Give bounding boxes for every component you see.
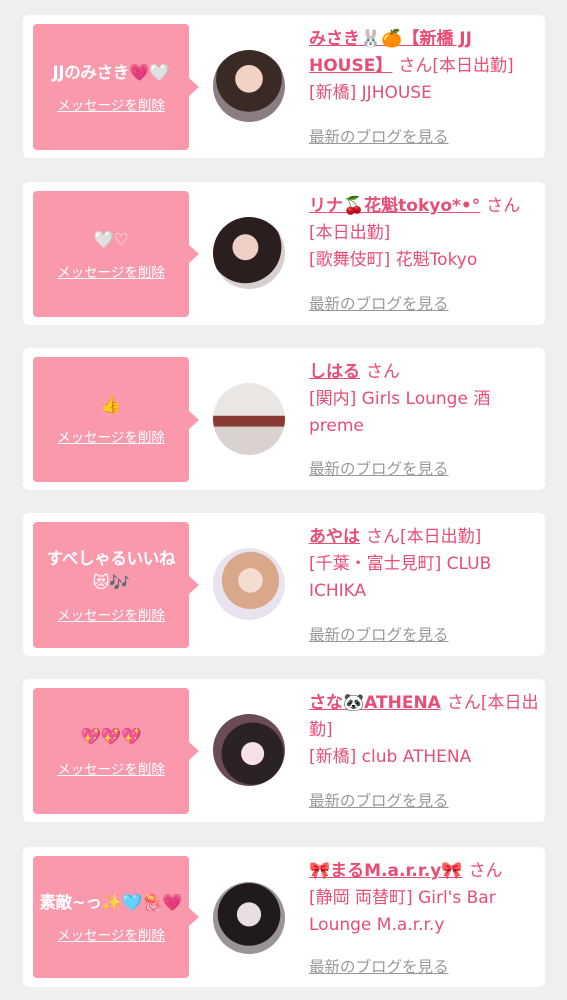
latest-blog-link[interactable]: 最新のブログを見る <box>309 457 449 479</box>
message-text: 👍 <box>100 395 122 414</box>
avatar[interactable] <box>213 50 285 122</box>
favorite-card: JJのみさき💗🤍 メッセージを削除 みさき🐰🍊【新橋 JJ HOUSE】 さん[本… <box>23 15 545 158</box>
honorific: さん <box>446 693 481 713</box>
delete-message-link[interactable]: メッセージを削除 <box>57 261 165 281</box>
latest-blog-link[interactable]: 最新のブログを見る <box>309 955 449 977</box>
latest-blog-link[interactable]: 最新のブログを見る <box>309 789 449 811</box>
shop-name: [関内] Girls Lounge 酒preme <box>309 389 491 436</box>
latest-blog-link[interactable]: 最新のブログを見る <box>309 125 449 147</box>
honorific: さん <box>398 56 433 76</box>
message-bubble: 素敵~っ✨🩵🪼💗 メッセージを削除 <box>33 856 199 978</box>
avatar[interactable] <box>213 882 285 954</box>
honorific: さん <box>366 527 400 547</box>
honorific: さん <box>468 861 503 881</box>
message-bubble: JJのみさき💗🤍 メッセージを削除 <box>33 24 199 150</box>
profile-info: しはる さん [関内] Girls Lounge 酒preme <box>309 359 541 440</box>
latest-blog-link[interactable]: 最新のブログを見る <box>309 623 449 645</box>
favorite-card: 素敵~っ✨🩵🪼💗 メッセージを削除 🎀まるM.a.r.r.y🎀 さん [静岡 両替… <box>23 847 545 987</box>
profile-info: みさき🐰🍊【新橋 JJ HOUSE】 さん[本日出勤] [新橋] JJHOUSE <box>309 26 541 107</box>
status-badge: [本日出勤] <box>432 56 514 76</box>
message-bubble: 👍 メッセージを削除 <box>33 357 199 482</box>
profile-name-link[interactable]: さな🐼ATHENA <box>309 693 441 713</box>
shop-name: [歌舞伎町] 花魁Tokyo <box>309 250 478 270</box>
profile-name-link[interactable]: リナ🍒花魁tokyo*•° <box>309 196 480 216</box>
avatar[interactable] <box>213 548 285 620</box>
message-text: 💖💖💖 <box>80 726 142 746</box>
favorite-card: すべしゃるいいね😻🎶 メッセージを削除 あやは さん[本日出勤] [千葉・富士見町… <box>23 513 545 656</box>
honorific: さん <box>486 196 521 216</box>
message-bubble: 💖💖💖 メッセージを削除 <box>33 688 199 814</box>
message-bubble: すべしゃるいいね😻🎶 メッセージを削除 <box>33 522 199 648</box>
profile-name-link[interactable]: しはる <box>309 362 360 382</box>
message-text: すべしゃるいいね😻🎶 <box>46 548 176 592</box>
delete-message-link[interactable]: メッセージを削除 <box>57 604 165 624</box>
honorific: さん <box>366 362 400 382</box>
shop-name: [新橋] JJHOUSE <box>309 83 432 103</box>
profile-info: さな🐼ATHENA さん[本日出勤] [新橋] club ATHENA <box>309 690 541 771</box>
shop-name: [静岡 両替町] Girl's Bar Lounge M.a.r.r.y <box>309 888 496 935</box>
delete-message-link[interactable]: メッセージを削除 <box>57 924 165 944</box>
avatar[interactable] <box>213 714 285 786</box>
message-bubble: 🤍♡ メッセージを削除 <box>33 191 199 317</box>
status-badge: [本日出勤] <box>309 223 391 243</box>
shop-name: [新橋] club ATHENA <box>309 747 472 767</box>
profile-info: あやは さん[本日出勤] [千葉・富士見町] CLUB ICHIKA <box>309 524 541 605</box>
latest-blog-link[interactable]: 最新のブログを見る <box>309 292 449 314</box>
avatar[interactable] <box>213 383 285 455</box>
delete-message-link[interactable]: メッセージを削除 <box>57 426 165 446</box>
profile-name-link[interactable]: 🎀まるM.a.r.r.y🎀 <box>309 861 463 881</box>
shop-name: [千葉・富士見町] CLUB ICHIKA <box>309 554 492 601</box>
profile-info: リナ🍒花魁tokyo*•° さん [本日出勤] [歌舞伎町] 花魁Tokyo <box>309 193 541 274</box>
message-text: 素敵~っ✨🩵🪼💗 <box>39 892 183 912</box>
avatar[interactable] <box>213 217 285 289</box>
favorite-card: 💖💖💖 メッセージを削除 さな🐼ATHENA さん[本日出勤] [新橋] club… <box>23 679 545 822</box>
profile-name-link[interactable]: あやは <box>309 527 360 547</box>
message-text: 🤍♡ <box>93 229 129 249</box>
favorite-card: 👍 メッセージを削除 しはる さん [関内] Girls Lounge 酒prem… <box>23 348 545 490</box>
message-text: JJのみさき💗🤍 <box>52 62 170 82</box>
delete-message-link[interactable]: メッセージを削除 <box>57 94 165 114</box>
profile-info: 🎀まるM.a.r.r.y🎀 さん [静岡 両替町] Girl's Bar Loun… <box>309 858 541 939</box>
status-badge: [本日出勤] <box>400 527 482 547</box>
favorite-card: 🤍♡ メッセージを削除 リナ🍒花魁tokyo*•° さん [本日出勤] [歌舞伎町]… <box>23 182 545 325</box>
delete-message-link[interactable]: メッセージを削除 <box>57 758 165 778</box>
